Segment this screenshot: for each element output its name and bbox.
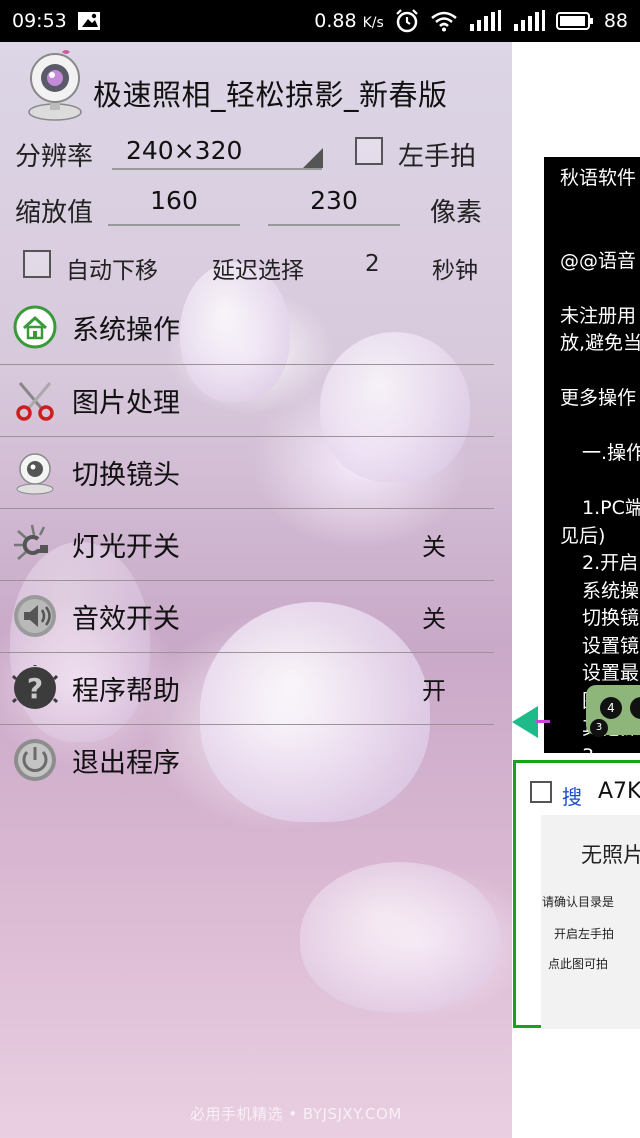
arrow-line: [536, 720, 550, 723]
help-text-line: 设置镜: [582, 634, 640, 657]
help-text-line: 系统操: [582, 579, 640, 602]
floating-ball-button[interactable]: 4 3: [586, 685, 640, 737]
zoom-input-2[interactable]: 230: [268, 186, 400, 226]
menu-item-label: 切换镜头: [72, 459, 180, 491]
app-title: 极速照相_轻松掠影_新春版: [93, 78, 448, 112]
battery-icon: [555, 11, 594, 31]
menu-item-help[interactable]: ? 程序帮助 开: [0, 652, 494, 724]
menu-item-image-processing[interactable]: 图片处理: [0, 364, 494, 436]
menu-item-state: 关: [422, 532, 446, 561]
battery-level: 88: [603, 10, 628, 32]
notification-icon: [77, 10, 101, 32]
auto-move-checkbox[interactable]: [23, 250, 51, 278]
menu-item-sound-toggle[interactable]: 音效开关 关: [0, 580, 494, 652]
help-text-line: 切换镜: [582, 607, 640, 629]
help-text-line: 秋语软件: [560, 167, 637, 189]
pixel-unit-label: 像素: [430, 198, 483, 228]
float-badge-1: 4: [600, 697, 622, 719]
float-badge-2: 3: [590, 719, 608, 737]
photo-preview[interactable]: 无照片 请确认目录是 开启左手拍 点此图可拍: [541, 815, 640, 1029]
preview-box: 搜 A7K0 无照片 请确认目录是 开启左手拍 点此图可拍: [513, 760, 640, 1029]
menu-item-label: 程序帮助: [72, 675, 180, 707]
code-text: A7K0: [598, 779, 640, 804]
power-icon: [12, 737, 58, 783]
signal-icon-1: [468, 10, 502, 32]
seconds-unit-label: 秒钟: [432, 258, 478, 284]
search-link[interactable]: 搜: [562, 781, 582, 810]
wifi-icon: [430, 10, 458, 32]
menu-item-exit[interactable]: 退出程序: [0, 724, 494, 796]
help-text-line: 1.PC端: [582, 497, 640, 519]
delay-value[interactable]: 2: [365, 251, 380, 277]
help-text-panel[interactable]: 秋语软件 @@语音未注册用放,避免当更多操作一.操作 1.PC端见后) 2.开启系统操…: [544, 157, 640, 753]
webcam-icon: [12, 449, 58, 495]
no-photo-text: 无照片: [581, 843, 640, 867]
left-hand-hint: 开启左手拍: [554, 927, 615, 941]
menu-item-system[interactable]: 系统操作: [0, 291, 494, 363]
delay-label[interactable]: 延迟选择: [212, 251, 304, 285]
menu-item-switch-camera[interactable]: 切换镜头: [0, 436, 494, 508]
zoom-label: 缩放值: [15, 198, 94, 228]
resolution-label: 分辨率: [15, 142, 94, 172]
status-time: 09:53: [12, 10, 67, 32]
resolution-spinner[interactable]: 240×320: [112, 136, 322, 170]
menu-item-light-toggle[interactable]: 灯光开关 关: [0, 508, 494, 580]
webcam-logo-icon: [22, 48, 88, 122]
left-hand-checkbox[interactable]: [355, 137, 383, 165]
help-text-line: 放,避免当: [560, 332, 640, 354]
svg-text:?: ?: [27, 672, 43, 705]
network-speed: 0.88 K/s: [314, 10, 384, 32]
left-hand-label: 左手拍: [398, 142, 477, 172]
scissors-icon: [12, 377, 58, 423]
status-bar: 09:53 0.88 K/s 88: [0, 0, 640, 42]
auto-move-label: 自动下移: [66, 258, 158, 284]
side-menu-panel: 极速照相_轻松掠影_新春版 分辨率 240×320 左手拍 缩放值 160 23…: [0, 42, 512, 1138]
help-text-line: 设置最: [582, 662, 640, 684]
help-text-line: @@语音: [560, 249, 637, 272]
app-header: 极速照相_轻松掠影_新春版: [0, 42, 512, 130]
help-text-line: 一.操作: [582, 442, 640, 464]
alarm-icon: [394, 8, 420, 34]
resolution-value: 240×320: [126, 136, 243, 165]
menu-item-label: 灯光开关: [72, 531, 180, 563]
watermark-text: 必用手机精选 • BYJSJXY.COM: [190, 1105, 402, 1123]
menu-item-label: 音效开关: [72, 603, 180, 635]
confirm-dir-text: 请确认目录是: [542, 895, 615, 909]
signal-icon-2: [512, 10, 546, 32]
search-checkbox[interactable]: [530, 781, 552, 803]
menu-item-label: 退出程序: [72, 747, 180, 779]
help-text-line: 见后): [560, 524, 606, 547]
help-text-line: 未注册用: [560, 304, 637, 327]
zoom-input-1[interactable]: 160: [108, 186, 240, 226]
menu-item-state: 开: [422, 676, 446, 705]
bg-flower: [300, 862, 500, 1012]
zoom-value-2: 230: [310, 186, 358, 215]
speaker-icon: [12, 593, 58, 639]
click-photo-hint: 点此图可拍: [548, 957, 609, 971]
menu-item-label: 系统操作: [72, 314, 180, 346]
home-icon: [12, 304, 58, 350]
light-icon: [12, 521, 58, 567]
back-arrow-icon[interactable]: [512, 706, 538, 738]
menu-item-label: 图片处理: [72, 387, 180, 419]
zoom-value-1: 160: [150, 186, 198, 215]
help-icon: ?: [11, 665, 59, 711]
menu-item-state: 关: [422, 604, 446, 633]
help-text-line: 3.: [582, 743, 600, 754]
help-text-line: 更多操作: [560, 387, 637, 409]
dropdown-arrow-icon: [303, 148, 323, 168]
float-dot-3: [630, 697, 640, 719]
help-text-line: 2.开启: [582, 552, 639, 574]
